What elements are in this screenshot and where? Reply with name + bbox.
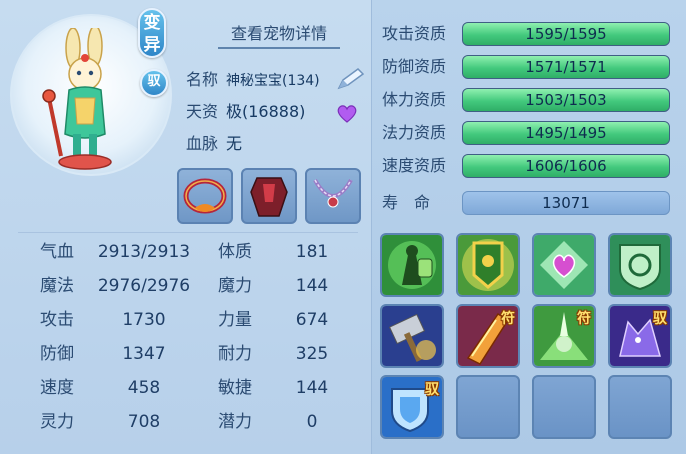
qualification-bar: 1606/1606 bbox=[462, 154, 670, 178]
skill-slot[interactable]: 符 bbox=[532, 304, 596, 368]
attribute-value: 2913/2913 bbox=[97, 242, 191, 262]
emblem-banner-skill-icon bbox=[458, 235, 518, 295]
equipment-slot-collar[interactable] bbox=[177, 168, 233, 224]
skill-slot[interactable]: 符 bbox=[456, 304, 520, 368]
ring-collar-icon bbox=[183, 178, 227, 214]
qualification-bar: 1495/1495 bbox=[462, 121, 670, 145]
attribute-label: 力量 bbox=[218, 310, 252, 330]
qualification-value: 1571/1571 bbox=[525, 58, 607, 76]
attribute-value: 674 bbox=[295, 310, 329, 330]
attribute-label: 灵力 bbox=[40, 412, 74, 432]
pet-aptitude-value: 极(16888) bbox=[226, 102, 306, 121]
attribute-label: 防御 bbox=[40, 344, 74, 364]
attribute-value: 144 bbox=[295, 378, 329, 398]
skill-slot-empty[interactable] bbox=[608, 375, 672, 439]
warrior-shield-skill-icon bbox=[382, 235, 442, 295]
attribute-value: 0 bbox=[306, 412, 318, 432]
skill-slot[interactable] bbox=[380, 233, 444, 297]
tame-badge: 驭 bbox=[140, 69, 168, 97]
aptitude-label: 天资 bbox=[186, 102, 219, 121]
qualification-label: 法力资质 bbox=[382, 123, 447, 142]
qualification-label: 防御资质 bbox=[382, 57, 447, 76]
heart-aura-skill-icon bbox=[534, 235, 594, 295]
attribute-label: 魔力 bbox=[218, 276, 252, 296]
section-divider bbox=[18, 232, 358, 233]
skill-slot[interactable] bbox=[380, 304, 444, 368]
qualification-label: 速度资质 bbox=[382, 156, 447, 175]
view-pet-details-link[interactable]: 查看宠物详情 bbox=[218, 20, 340, 49]
skill-slot[interactable]: 驭 bbox=[608, 304, 672, 368]
attribute-value: 1730 bbox=[122, 310, 166, 330]
attribute-label: 潜力 bbox=[218, 412, 252, 432]
rename-pencil-icon[interactable] bbox=[336, 67, 366, 91]
skill-badge: 符 bbox=[577, 311, 591, 327]
skill-slot[interactable]: 驭 bbox=[380, 375, 444, 439]
attribute-label: 攻击 bbox=[40, 310, 74, 330]
necklace-icon bbox=[313, 178, 353, 208]
qualification-value: 1503/1503 bbox=[525, 91, 607, 109]
skill-badge: 符 bbox=[501, 311, 515, 327]
skill-badge: 驭 bbox=[653, 311, 667, 327]
hammer-strike-skill-icon bbox=[382, 306, 442, 366]
bloodline-label: 血脉 bbox=[186, 134, 219, 153]
pet-name-value: 神秘宝宝(134) bbox=[226, 73, 320, 89]
equipment-slot-armor[interactable] bbox=[241, 168, 297, 224]
pet-portrait[interactable] bbox=[35, 28, 135, 176]
mutant-badge: 变异 bbox=[138, 8, 166, 58]
qualification-bar: 1503/1503 bbox=[462, 88, 670, 112]
attribute-value: 1347 bbox=[122, 344, 166, 364]
attribute-value: 458 bbox=[127, 378, 161, 398]
skill-slot-empty[interactable] bbox=[532, 375, 596, 439]
attribute-value: 325 bbox=[295, 344, 329, 364]
armor-icon bbox=[250, 177, 288, 217]
lifespan-label: 寿 命 bbox=[382, 193, 431, 212]
attribute-label: 耐力 bbox=[218, 344, 252, 364]
skill-slot-empty[interactable] bbox=[456, 375, 520, 439]
skill-slot[interactable] bbox=[532, 233, 596, 297]
qualification-value: 1595/1595 bbox=[525, 25, 607, 43]
attribute-label: 敏捷 bbox=[218, 378, 252, 398]
name-label: 名称 bbox=[186, 70, 219, 89]
skill-badge: 驭 bbox=[425, 382, 439, 398]
skill-slot[interactable] bbox=[456, 233, 520, 297]
attribute-label: 速度 bbox=[40, 378, 74, 398]
attribute-value: 2976/2976 bbox=[97, 276, 191, 296]
pet-name-row: 名称 神秘宝宝(134) bbox=[186, 68, 320, 92]
skill-slot[interactable] bbox=[608, 233, 672, 297]
attribute-value: 708 bbox=[127, 412, 161, 432]
qualification-label: 攻击资质 bbox=[382, 24, 447, 43]
equipment-slot-necklace[interactable] bbox=[305, 168, 361, 224]
qualification-label: 体力资质 bbox=[382, 90, 447, 109]
attribute-label: 体质 bbox=[218, 242, 252, 262]
pet-aptitude-row: 天资 极(16888) bbox=[186, 100, 305, 124]
attribute-value: 181 bbox=[295, 242, 329, 262]
pet-bloodline-value: 无 bbox=[226, 134, 243, 153]
heart-icon[interactable] bbox=[336, 104, 358, 124]
qualification-bar: 1571/1571 bbox=[462, 55, 670, 79]
attribute-label: 气血 bbox=[40, 242, 74, 262]
qualification-bar: 1595/1595 bbox=[462, 22, 670, 46]
shield-emblem-skill-icon bbox=[610, 235, 670, 295]
attribute-label: 魔法 bbox=[40, 276, 74, 296]
qualification-value: 1495/1495 bbox=[525, 124, 607, 142]
qualification-value: 1606/1606 bbox=[525, 157, 607, 175]
lifespan-value: 13071 bbox=[462, 191, 670, 215]
attribute-value: 144 bbox=[295, 276, 329, 296]
pet-bloodline-row: 血脉无 bbox=[186, 132, 242, 156]
